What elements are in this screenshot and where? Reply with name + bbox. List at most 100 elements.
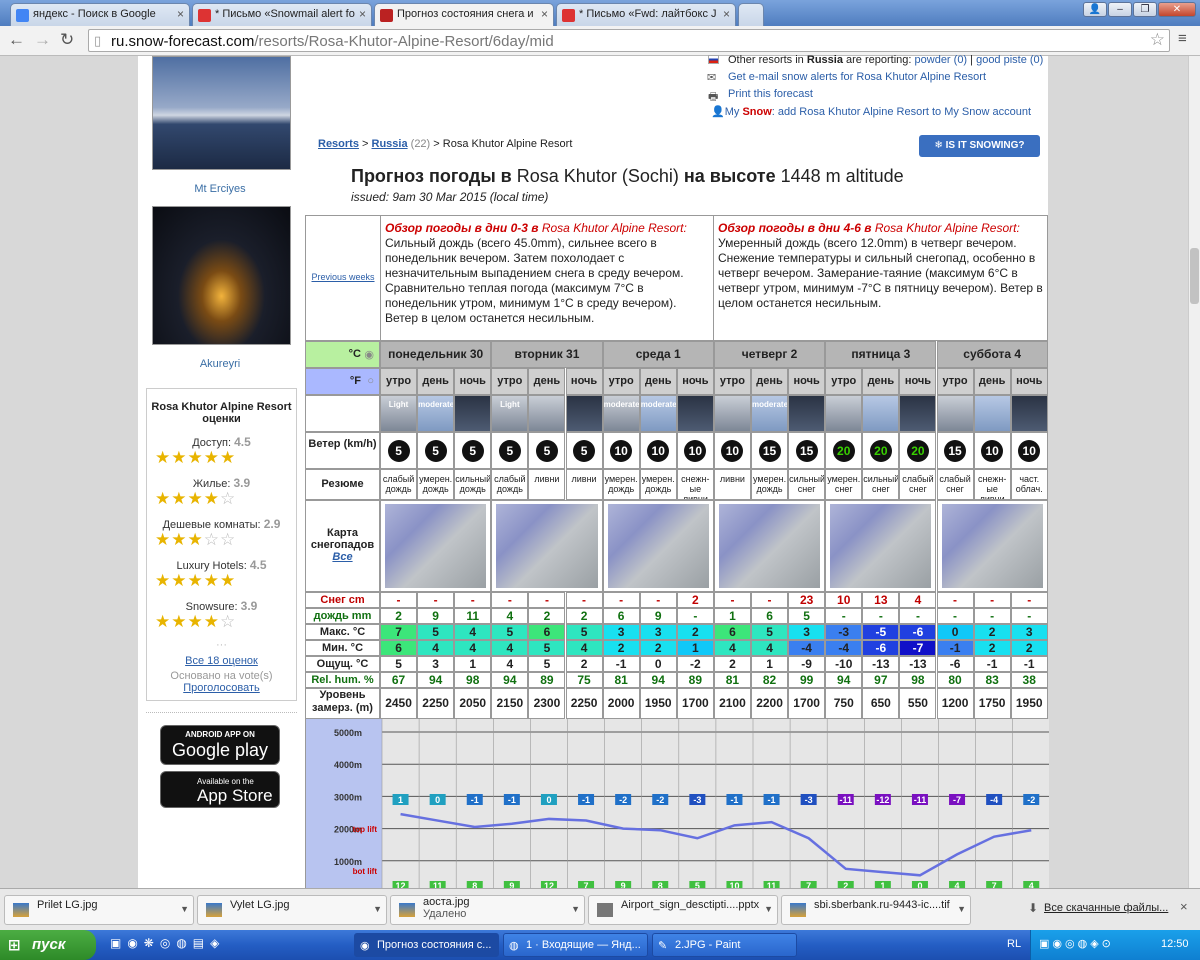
star-icon[interactable]: ☆ [1150,30,1165,50]
close-icon[interactable]: × [1180,899,1188,914]
download-item[interactable]: sbi.sberbank.ru-9443-ic....tif ▼ [781,895,971,925]
back-icon[interactable]: ← [8,30,25,50]
new-tab-button[interactable] [738,3,764,26]
period-header: день [528,368,566,395]
photo-mt-erciyes[interactable] [152,56,291,170]
photo-caption[interactable]: Mt Erciyes [150,183,290,195]
restore-button[interactable]: ❐ [1133,2,1157,17]
start-button[interactable]: ⊞ пуск [0,930,96,960]
close-icon[interactable]: × [177,7,184,21]
freeze-cell: 2250 [565,688,603,719]
min-cell: 2 [602,640,640,656]
snow-map-cell[interactable] [491,500,603,592]
min-cell: 4 [565,640,603,656]
taskbar-item-paint[interactable]: ✎ 2.JPG - Paint [652,933,797,957]
quick-launch[interactable]: ▣◉❋◎◍▤◈ [110,936,350,954]
rain-cell: 2 [565,608,603,624]
all-downloads-link[interactable]: Все скачанные файлы... [1044,902,1168,914]
minimize-button[interactable]: ‒ [1108,2,1132,17]
snowfall-map-image[interactable] [941,504,1043,588]
scrollbar-thumb[interactable] [1190,248,1199,304]
previous-weeks-link[interactable]: Previous weeks [306,272,380,282]
email-alert-link[interactable]: Get e-mail snow alerts for Rosa Khutor A… [728,71,986,83]
weather-icon [1010,395,1048,432]
summary-cell: умерен. снег [825,469,863,500]
tab-fwd-mail[interactable]: * Письмо «Fwd: лайтбокс J × [556,3,736,26]
tab-snowmail[interactable]: * Письмо «Snowmail alert fo × [192,3,372,26]
google-play-button[interactable]: ANDROID APP ON Google play [160,725,280,765]
download-item[interactable]: Airport_sign_desctipti....pptx ▼ [588,895,778,925]
period-header: день [973,368,1011,395]
min-label: Мин. °C [305,640,380,656]
download-item[interactable]: аоста.jpg Удалено ▼ [390,895,585,925]
radio-icon[interactable]: ◉ [364,348,374,361]
close-window-button[interactable]: ✕ [1158,2,1196,17]
snowfall-map-image[interactable] [496,504,598,588]
radio-icon[interactable]: ○ [367,375,374,387]
snowfall-map-image[interactable] [718,504,821,588]
taskbar-item-chrome[interactable]: ◉ Прогноз состояния с... [354,933,499,957]
close-icon[interactable]: × [723,7,730,21]
hum-cell: 67 [380,672,418,688]
page-title: Прогноз погоды в Rosa Khutor (Sochi) на … [351,166,904,186]
feel-cell: 5 [528,656,566,672]
chevron-down-icon[interactable]: ▼ [571,904,580,914]
chevron-down-icon[interactable]: ▼ [957,904,966,914]
celsius-toggle[interactable]: °C ◉ [305,341,380,368]
snowfall-map-image[interactable] [607,504,709,588]
is-it-snowing-button[interactable]: ❄ IS IT SNOWING? [919,135,1040,157]
photo-akureyri[interactable] [152,206,291,345]
breadcrumb-russia[interactable]: Russia [372,138,408,150]
feel-cell: 5 [380,656,418,672]
snow-map-cell[interactable] [713,500,826,592]
scrollbar[interactable] [1188,56,1200,888]
powder-link[interactable]: powder (0) [915,54,968,66]
close-icon[interactable]: × [541,7,548,21]
snow-map-cell[interactable] [602,500,714,592]
url-input[interactable]: ▯ ru.snow-forecast.com/resorts/Rosa-Khut… [88,29,1170,52]
tab-snow-forecast[interactable]: Прогноз состояния снега и × [374,3,554,26]
photo-caption[interactable]: Akureyri [150,358,290,370]
fahrenheit-toggle[interactable]: °F ○ [305,368,380,395]
all-ratings-link[interactable]: Все 18 оценок [147,655,296,667]
chevron-down-icon[interactable]: ▼ [180,904,189,914]
snow-map-cell[interactable] [380,500,492,592]
chevron-down-icon[interactable]: ▼ [373,904,382,914]
download-item[interactable]: Vylet LG.jpg ▼ [197,895,387,925]
user-icon[interactable]: 👤 [1083,2,1107,17]
download-item[interactable]: Prilet LG.jpg ▼ [4,895,194,925]
menu-icon[interactable]: ≡ [1178,30,1187,47]
snowfall-map-image[interactable] [830,504,932,588]
all-maps-link[interactable]: Все [306,551,379,563]
period-header: ночь [454,368,492,395]
chevron-down-icon[interactable]: ▼ [764,904,773,914]
system-tray: RL ▣◉◎◍◈⊙ 12:50 [1007,930,1200,960]
breadcrumb-resorts[interactable]: Resorts [318,138,359,150]
bottom-badge-label: 11 [433,881,443,888]
language-indicator[interactable]: RL [1007,938,1021,950]
good-piste-link[interactable]: good piste (0) [976,54,1043,66]
temp-badge-label: -1 [582,795,590,805]
weather-icon [454,395,492,432]
close-icon[interactable]: × [359,7,366,21]
snow-map-cell[interactable] [825,500,937,592]
tray-icons[interactable]: ▣◉◎◍◈⊙ [1039,937,1114,950]
feel-label: Ощущ. °C [305,656,380,672]
wind-cell: 20 [825,432,863,469]
app-store-button[interactable]: Available on the App Store [160,771,280,808]
vote-link[interactable]: Проголосовать [147,682,296,694]
snowfall-map-image[interactable] [385,504,487,588]
period-header: утро [713,368,751,395]
reload-icon[interactable]: ↻ [60,30,74,50]
mysnow-link[interactable]: 👤My Snow: add Rosa Khutor Alpine Resort … [711,105,1031,118]
weather-icon [788,395,826,432]
freeze-cell: 1750 [973,688,1011,719]
tab-google-search[interactable]: яндекс - Поиск в Google × [10,3,190,26]
rain-cell: 2 [528,608,566,624]
wind-cell: 10 [639,432,677,469]
print-link[interactable]: Print this forecast [728,88,813,100]
taskbar-item-firefox[interactable]: ◍ 1 · Входящие — Янд... [503,933,648,957]
weather-icon [899,395,937,432]
snow-map-cell[interactable] [936,500,1048,592]
forward-icon[interactable]: → [34,30,51,50]
